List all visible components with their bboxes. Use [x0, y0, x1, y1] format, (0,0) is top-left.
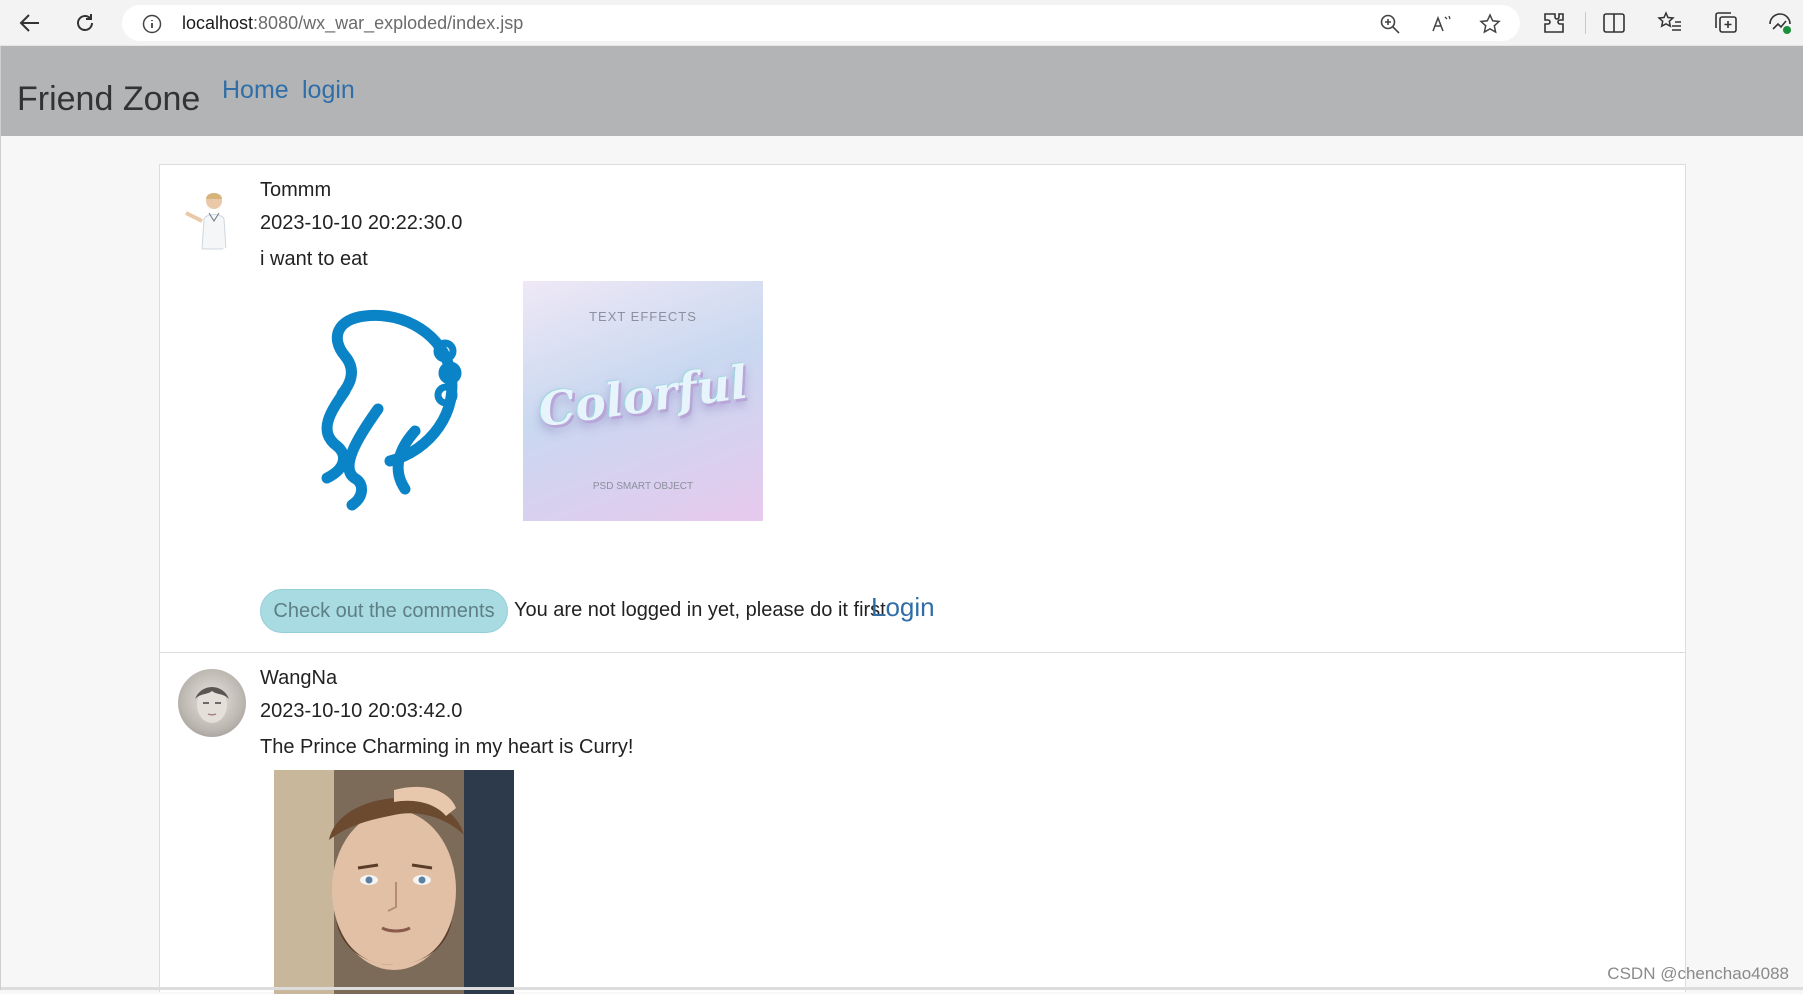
site-navbar: Friend Zone Home login: [1, 46, 1803, 136]
favorites-list-icon[interactable]: [1657, 10, 1683, 36]
url-text[interactable]: localhost:8080/wx_war_exploded/index.jsp: [182, 13, 523, 34]
url-path: :8080/wx_war_exploded/index.jsp: [253, 13, 523, 33]
post-text: i want to eat: [260, 248, 368, 271]
check-comments-button[interactable]: Check out the comments: [260, 589, 508, 633]
csdn-watermark: CSDN @chenchao4088: [1607, 964, 1789, 984]
split-screen-icon[interactable]: [1601, 10, 1627, 36]
doctor-avatar-image: [178, 183, 246, 251]
woman-avatar-image: [178, 669, 246, 737]
login-link[interactable]: Login: [871, 592, 935, 623]
favorite-star-icon[interactable]: [1479, 13, 1501, 35]
read-aloud-icon[interactable]: [1430, 13, 1452, 35]
avatar: [178, 669, 246, 737]
post-card: Tommm 2023-10-10 20:22:30.0 i want to ea…: [159, 164, 1686, 653]
post-timestamp: 2023-10-10 20:03:42.0: [260, 700, 462, 723]
post-username: Tommm: [260, 179, 331, 202]
toolbar-separator: [1585, 12, 1586, 34]
image-main-text: Colorful: [520, 353, 765, 440]
post-image-portrait[interactable]: [274, 770, 514, 994]
login-notice-text: You are not logged in yet, please do it …: [514, 599, 886, 622]
address-bar[interactable]: localhost:8080/wx_war_exploded/index.jsp: [122, 5, 1520, 41]
octopus-logo-icon: [260, 281, 500, 521]
avatar: [178, 183, 246, 251]
page-body: Friend Zone Home login Tommm 2023-10-10 …: [0, 46, 1803, 990]
reload-icon: [74, 12, 96, 34]
collections-icon[interactable]: [1713, 10, 1739, 36]
extensions-icon[interactable]: [1541, 10, 1567, 36]
image-caption-top: TEXT EFFECTS: [523, 309, 763, 324]
browser-toolbar: localhost:8080/wx_war_exploded/index.jsp: [0, 0, 1803, 46]
post-image-colorful[interactable]: TEXT EFFECTS Colorful PSD SMART OBJECT: [523, 281, 763, 521]
url-host: localhost: [182, 13, 253, 33]
post-card: WangNa 2023-10-10 20:03:42.0 The Prince …: [159, 652, 1686, 992]
site-info-icon[interactable]: [142, 14, 162, 34]
image-caption-bottom: PSD SMART OBJECT: [523, 481, 763, 492]
zoom-icon[interactable]: [1379, 13, 1401, 35]
post-username: WangNa: [260, 667, 337, 690]
nav-login-link[interactable]: login: [302, 76, 355, 105]
man-portrait-image: [274, 770, 514, 994]
back-arrow-icon: [19, 12, 41, 34]
post-image-octopus[interactable]: [260, 281, 500, 521]
performance-icon[interactable]: [1767, 10, 1793, 36]
back-button[interactable]: [13, 7, 47, 39]
reload-button[interactable]: [68, 7, 102, 39]
brand-title[interactable]: Friend Zone: [17, 80, 200, 119]
post-timestamp: 2023-10-10 20:22:30.0: [260, 212, 462, 235]
post-text: The Prince Charming in my heart is Curry…: [260, 736, 633, 759]
nav-home-link[interactable]: Home: [222, 76, 289, 105]
